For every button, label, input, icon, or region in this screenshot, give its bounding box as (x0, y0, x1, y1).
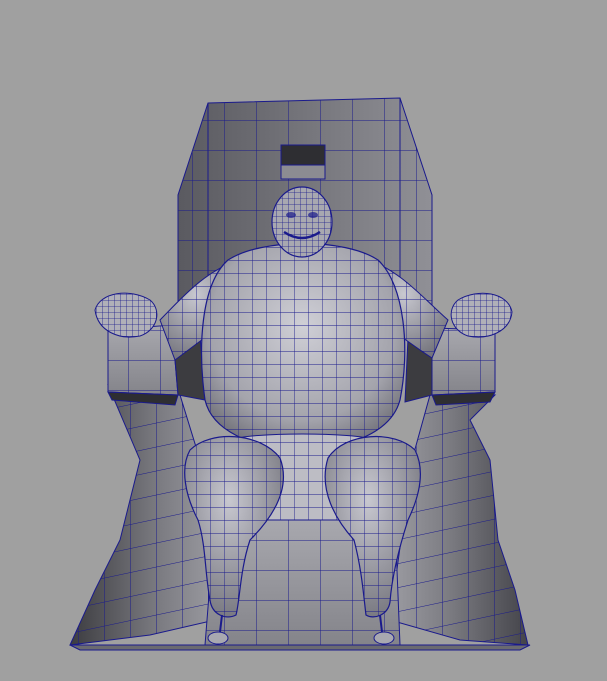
maya-viewport[interactable] (0, 0, 607, 681)
throne-rock-base-left[interactable] (69, 384, 216, 646)
eye-right (308, 212, 318, 218)
base-floor-edge (69, 644, 531, 651)
character-torso[interactable] (200, 242, 406, 451)
foot-left[interactable] (207, 631, 229, 645)
foot-right[interactable] (373, 631, 395, 645)
character-hand-right[interactable] (450, 292, 513, 338)
headrest-notch (280, 144, 326, 180)
throne-rock-base-right[interactable] (389, 394, 529, 646)
eye-left (286, 212, 296, 218)
seated-character-mesh[interactable] (0, 0, 607, 681)
character-head[interactable] (271, 186, 333, 258)
character-hand-left[interactable] (94, 292, 158, 338)
